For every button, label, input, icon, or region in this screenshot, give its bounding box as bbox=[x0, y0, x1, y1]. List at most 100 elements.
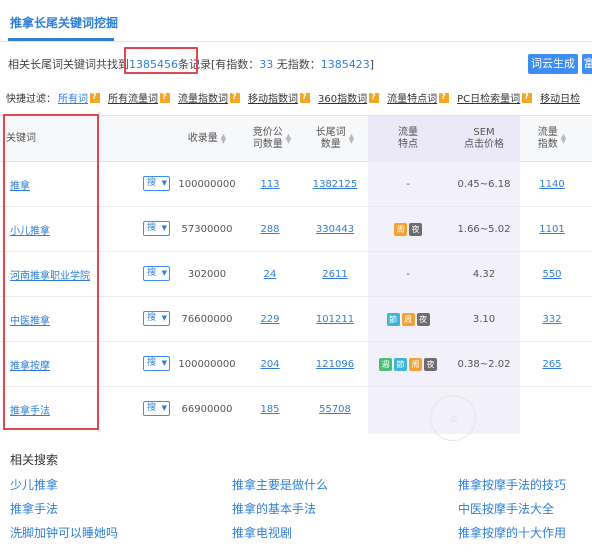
header-index-line2: 指数 bbox=[537, 139, 558, 150]
header-competitors[interactable]: 竞价公 司数量 ▲ ▼ bbox=[242, 116, 302, 162]
sort-icon: ▲ ▼ bbox=[220, 132, 227, 145]
chevron-down-icon: ▼ bbox=[161, 224, 167, 232]
night-badge: 夜 bbox=[424, 358, 437, 371]
search-engine-select[interactable]: 搜 ▼ bbox=[143, 266, 170, 281]
sem-price: 1.66~5.02 bbox=[457, 224, 511, 235]
header-volume[interactable]: 收录量 ▲ ▼ bbox=[172, 116, 242, 162]
holiday-badge: 節 bbox=[386, 313, 400, 326]
longtail-link[interactable]: 330443 bbox=[302, 207, 368, 252]
keyword-column-highlight bbox=[3, 114, 99, 430]
traffic-index-link[interactable]: 332 bbox=[520, 297, 584, 342]
related-link[interactable]: 洗脚加钟可以睡她吗 bbox=[10, 524, 118, 541]
weekday-badge: 周 bbox=[409, 358, 422, 371]
traffic-feature: - bbox=[406, 269, 410, 280]
traffic-feature: - bbox=[406, 179, 410, 190]
sort-icon: ▲ ▼ bbox=[348, 132, 355, 145]
chevron-down-icon: ▼ bbox=[161, 179, 167, 187]
competitors-link[interactable]: 113 bbox=[242, 162, 298, 207]
search-select-label: 搜 bbox=[147, 178, 157, 188]
help-icon[interactable] bbox=[439, 92, 450, 103]
header-traffic-index[interactable]: 流量 指数 ▲ ▼ bbox=[520, 116, 584, 162]
search-engine-select[interactable]: 搜 ▼ bbox=[143, 311, 170, 326]
top-bar: 推拿长尾关键词挖掘 bbox=[0, 0, 592, 42]
header-longtail-line1: 长尾词 bbox=[315, 127, 346, 138]
search-engine-select[interactable]: 搜 ▼ bbox=[143, 221, 170, 236]
filter-360-index[interactable]: 360指数词 bbox=[318, 94, 367, 105]
traffic-feature-badges: 節周夜 bbox=[368, 297, 448, 342]
word-cloud-button[interactable]: 词云生成 bbox=[528, 54, 578, 74]
related-link[interactable]: 推拿按摩手法的技巧 bbox=[458, 476, 566, 493]
help-icon[interactable] bbox=[230, 92, 240, 103]
volume-value: 100000000 bbox=[178, 359, 236, 370]
filter-all-words[interactable]: 所有词 bbox=[58, 94, 88, 105]
without-index-label: 无指数： bbox=[273, 58, 321, 71]
quick-filter-bar: 快捷过滤：所有词 所有流量词 流量指数词 移动指数词 360指数词 流量特点词 PC日检索量… bbox=[6, 90, 582, 105]
volume-value: 76600000 bbox=[181, 314, 233, 325]
chevron-down-icon: ▼ bbox=[161, 359, 167, 367]
search-engine-select[interactable]: 搜 ▼ bbox=[143, 176, 170, 191]
filter-traffic-feature[interactable]: 流量特点词 bbox=[387, 94, 437, 105]
night-badge: 夜 bbox=[409, 223, 422, 236]
without-index-count: 1385423 bbox=[320, 58, 370, 71]
search-engine-select[interactable]: 搜 ▼ bbox=[143, 401, 170, 416]
weekday-badge: 周 bbox=[401, 313, 415, 326]
traffic-feature-badges: 週節周夜 bbox=[368, 342, 448, 387]
volume-value: 100000000 bbox=[178, 179, 236, 190]
related-link[interactable]: 推拿主要是做什么 bbox=[232, 476, 328, 493]
record-count-highlight bbox=[124, 47, 198, 74]
related-link[interactable]: 中医按摩手法大全 bbox=[458, 500, 554, 517]
header-sem-line2: 点击价格 bbox=[464, 139, 504, 150]
night-badge: 夜 bbox=[416, 313, 430, 326]
help-icon[interactable] bbox=[300, 92, 310, 103]
volume-value: 66900000 bbox=[181, 404, 233, 415]
secondary-button[interactable]: 富 bbox=[582, 54, 592, 74]
active-tab-indicator bbox=[8, 38, 114, 41]
related-link[interactable]: 推拿电视剧 bbox=[232, 524, 292, 541]
competitors-link[interactable]: 185 bbox=[242, 387, 298, 432]
sem-price: 0.45~6.18 bbox=[457, 179, 511, 190]
holiday-badge: 節 bbox=[394, 358, 407, 371]
related-search-title: 相关搜索 bbox=[10, 453, 59, 467]
header-feature-line1: 流量 bbox=[398, 127, 418, 138]
longtail-link[interactable]: 101211 bbox=[302, 297, 368, 342]
related-link[interactable]: 推拿的基本手法 bbox=[232, 500, 316, 517]
longtail-link[interactable]: 55708 bbox=[302, 387, 368, 432]
traffic-index-link[interactable]: 1101 bbox=[520, 207, 584, 252]
traffic-index-link[interactable] bbox=[520, 387, 584, 432]
header-sem-line1: SEM bbox=[473, 127, 495, 138]
header-competitors-line2: 司数量 bbox=[252, 139, 283, 150]
traffic-index-link[interactable]: 1140 bbox=[520, 162, 584, 207]
traffic-index-link[interactable]: 265 bbox=[520, 342, 584, 387]
longtail-link[interactable]: 1382125 bbox=[302, 162, 368, 207]
competitors-link[interactable]: 229 bbox=[242, 297, 298, 342]
filter-mobile-index[interactable]: 移动指数词 bbox=[248, 94, 298, 105]
sem-price: 0.38~2.02 bbox=[457, 359, 511, 370]
with-index-count: 33 bbox=[259, 58, 274, 71]
weekend-badge: 週 bbox=[379, 358, 392, 371]
filter-traffic-words[interactable]: 所有流量词 bbox=[108, 94, 158, 105]
filter-traffic-index[interactable]: 流量指数词 bbox=[178, 94, 228, 105]
search-select-label: 搜 bbox=[147, 358, 157, 368]
header-volume-label: 收录量 bbox=[187, 133, 218, 144]
competitors-link[interactable]: 288 bbox=[242, 207, 298, 252]
page-title: 推拿长尾关键词挖掘 bbox=[10, 16, 119, 30]
filter-mobile-daily[interactable]: 移动日检 bbox=[540, 94, 580, 105]
related-link[interactable]: 推拿按摩的十大作用 bbox=[458, 524, 566, 541]
competitors-link[interactable]: 204 bbox=[242, 342, 298, 387]
chevron-down-icon: ▼ bbox=[161, 404, 167, 412]
help-icon[interactable] bbox=[160, 92, 170, 103]
traffic-index-link[interactable]: 550 bbox=[520, 252, 584, 297]
help-icon[interactable] bbox=[90, 92, 100, 103]
longtail-link[interactable]: 2611 bbox=[302, 252, 368, 297]
competitors-link[interactable]: 24 bbox=[242, 252, 298, 297]
help-icon[interactable] bbox=[369, 92, 380, 103]
related-link[interactable]: 少儿推拿 bbox=[10, 476, 58, 493]
search-select-label: 搜 bbox=[147, 223, 157, 233]
related-link[interactable]: 推拿手法 bbox=[10, 500, 58, 517]
header-longtail[interactable]: 长尾词 数量 ▲ ▼ bbox=[302, 116, 368, 162]
help-icon[interactable] bbox=[522, 92, 533, 103]
header-feature-line2: 特点 bbox=[398, 139, 418, 150]
filter-pc-daily[interactable]: PC日检索量词 bbox=[457, 94, 520, 105]
longtail-link[interactable]: 121096 bbox=[302, 342, 368, 387]
search-engine-select[interactable]: 搜 ▼ bbox=[143, 356, 170, 371]
